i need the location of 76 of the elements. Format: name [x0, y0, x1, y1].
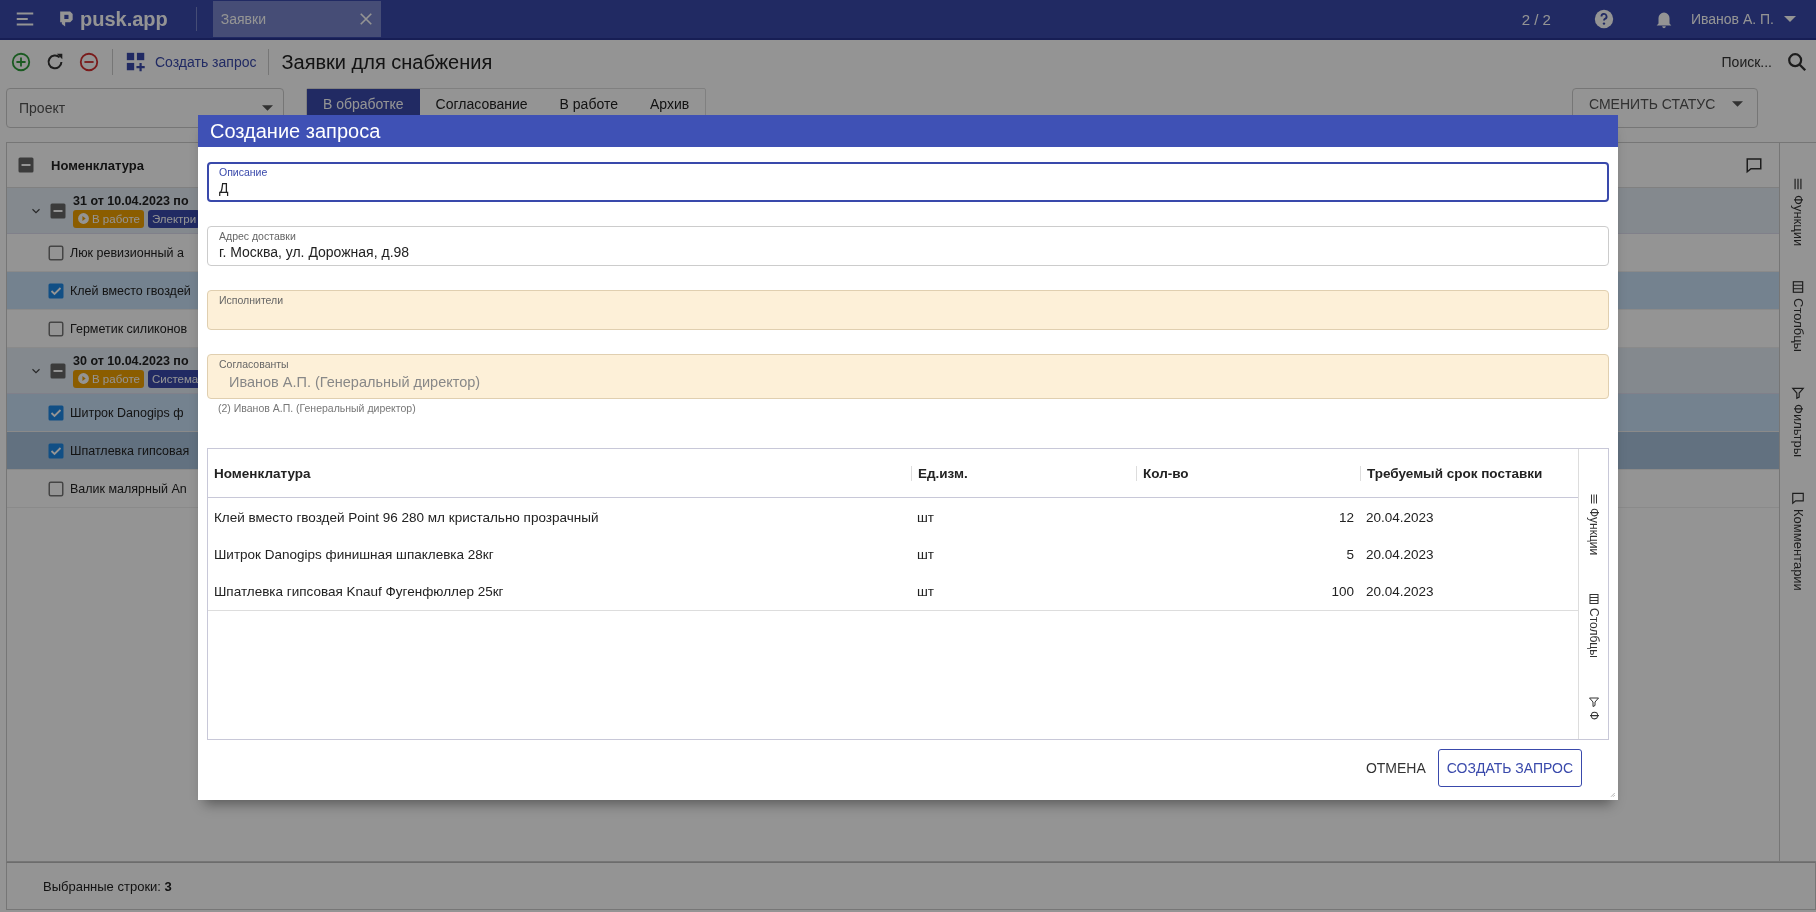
comment-icon[interactable]	[1745, 156, 1763, 174]
columns-icon	[1791, 280, 1805, 295]
item-name: Валик малярный An	[70, 481, 187, 496]
column-header: Ед.изм.	[911, 465, 1136, 481]
side-panel-tab[interactable]: Столбцы	[1790, 280, 1806, 353]
columns-icon	[1587, 593, 1600, 606]
search-icon[interactable]	[1786, 51, 1808, 73]
table-cell-text: Шпатлевка гипсовая Knauf Фугенфюллер 25кг	[213, 584, 505, 599]
item-name: Герметик силиконов	[70, 321, 188, 336]
table-cell-text: шт	[916, 584, 935, 599]
table-cell-text: Шитрок Danogips финишная шпаклевка 28кг	[213, 547, 495, 562]
column-header: Номенклатура	[51, 157, 144, 173]
table-cell-text: шт	[916, 547, 935, 562]
side-panel-tab[interactable]: Комментарии	[1790, 491, 1806, 592]
search-field[interactable]: Поиск...	[1721, 54, 1772, 70]
group-title: 30 от 10.04.2023 по	[73, 353, 190, 368]
tab-label: Заявки	[220, 11, 266, 27]
group-checkbox[interactable]	[49, 361, 67, 380]
page-counter: 2 / 2	[1521, 10, 1551, 28]
item-name: Люк ревизионный а	[70, 245, 184, 260]
row-checkbox[interactable]	[47, 243, 65, 262]
table-cell-text: 20.04.2023	[1365, 584, 1435, 599]
table-cell-text: 20.04.2023	[1365, 510, 1435, 525]
table-cell-text: 20.04.2023	[1365, 547, 1435, 562]
caret-icon	[1732, 101, 1743, 107]
item-name: Клей вместо гвоздей	[70, 283, 191, 298]
bars-icon	[1791, 177, 1805, 191]
side-panel-tab[interactable]: Столбцы	[1586, 593, 1601, 659]
play-icon	[77, 372, 90, 385]
row-checkbox[interactable]	[47, 441, 65, 460]
app-logo: pusk.app	[80, 7, 168, 31]
item-name: Шитрок Danogips ф	[70, 405, 184, 420]
caret-icon	[262, 105, 273, 111]
table-cell-text: 100	[1330, 584, 1355, 599]
play-icon	[77, 212, 90, 225]
dialog-title: Создание запроса	[198, 115, 1618, 147]
row-checkbox[interactable]	[47, 319, 65, 338]
add-icon[interactable]	[10, 51, 32, 73]
row-checkbox[interactable]	[47, 403, 65, 422]
create-request-link[interactable]: Создать запрос	[155, 54, 257, 70]
status-badge: В работе	[73, 369, 144, 388]
input-field[interactable]: Исполнители	[207, 290, 1609, 330]
table-cell-text: шт	[916, 510, 935, 525]
group-checkbox[interactable]	[49, 201, 67, 220]
comment-icon	[1791, 491, 1805, 506]
side-panel-tab[interactable]: Ф	[1586, 696, 1601, 721]
group-title: 31 от 10.04.2023 по	[73, 193, 190, 208]
filter-icon	[1791, 386, 1805, 401]
user-menu[interactable]: Иванов А. П.	[1690, 11, 1796, 27]
row-checkbox[interactable]	[47, 479, 65, 498]
helper-text: (2) Иванов А.П. (Генеральный директор)	[217, 402, 417, 414]
grid-plus-icon[interactable]	[125, 51, 147, 73]
table-cell-text: Клей вместо гвоздей Point 96 280 мл кристально прозрачный	[213, 510, 600, 525]
side-panel-tab[interactable]: Функции	[1586, 493, 1601, 556]
caret-icon	[1784, 16, 1796, 22]
input-field[interactable]: Описание Д	[207, 162, 1609, 202]
remove-icon[interactable]	[78, 51, 100, 73]
selected-rows-count: Выбранные строки: 3	[43, 878, 172, 894]
table-cell-text: 5	[1345, 547, 1355, 562]
input-field[interactable]: Адрес доставки г. Москва, ул. Дорожная, д.98	[207, 226, 1609, 266]
table-cell-text: 12	[1337, 510, 1355, 525]
cancel-button[interactable]: ОТМЕНА	[1365, 752, 1426, 784]
category-tag: Электри	[147, 209, 201, 228]
column-header: Требуемый срок поставки	[1360, 465, 1578, 481]
item-name: Шпатлевка гипсовая	[70, 443, 190, 458]
filter-icon	[1587, 696, 1600, 709]
create-request-button[interactable]: СОЗДАТЬ ЗАПРОС	[1437, 749, 1582, 787]
page-title: Заявки для снабжения	[281, 50, 493, 74]
row-checkbox[interactable]	[47, 281, 65, 300]
side-panel-tab[interactable]: Функции	[1790, 177, 1806, 247]
header-checkbox[interactable]	[17, 156, 35, 174]
help-icon[interactable]	[1592, 8, 1615, 30]
side-panel-tab[interactable]: Фильтры	[1790, 386, 1806, 458]
status-badge: В работе	[73, 209, 144, 228]
column-header: Кол-во	[1136, 465, 1360, 481]
column-header: Номенклатура	[213, 465, 312, 481]
